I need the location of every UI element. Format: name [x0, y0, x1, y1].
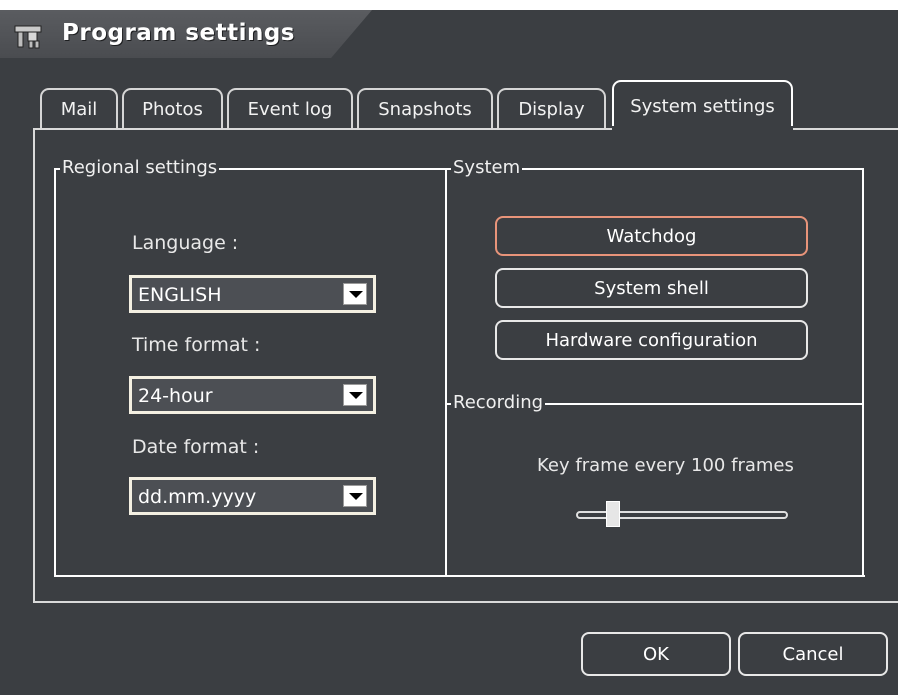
- window-top-edge: [0, 0, 898, 10]
- tab-event-log[interactable]: Event log: [227, 88, 353, 128]
- tab-snapshots[interactable]: Snapshots: [357, 88, 493, 128]
- section-divider: [445, 168, 447, 576]
- hardware-configuration-button[interactable]: Hardware configuration: [495, 320, 808, 360]
- tab-photos[interactable]: Photos: [122, 88, 223, 128]
- active-tab-connector: [612, 126, 793, 131]
- chevron-down-icon[interactable]: [343, 485, 367, 507]
- regional-frame-left: [54, 168, 56, 576]
- keyframe-slider-thumb[interactable]: [606, 501, 620, 527]
- recording-group-label: Recording: [451, 392, 546, 413]
- ok-button[interactable]: OK: [581, 632, 731, 676]
- watchdog-button[interactable]: Watchdog: [495, 216, 808, 256]
- cancel-button[interactable]: Cancel: [738, 632, 888, 676]
- tab-system-settings[interactable]: System settings: [612, 80, 793, 130]
- language-dropdown[interactable]: ENGLISH: [129, 275, 376, 313]
- keyframe-label: Key frame every 100 frames: [537, 455, 794, 476]
- language-label: Language :: [132, 232, 239, 254]
- tab-display[interactable]: Display: [497, 88, 606, 128]
- tab-mail[interactable]: Mail: [40, 88, 118, 128]
- settings-frame-bottom: [54, 575, 865, 577]
- date-format-value: dd.mm.yyyy: [138, 486, 257, 508]
- chevron-down-icon[interactable]: [343, 384, 367, 406]
- system-group-label: System: [451, 157, 523, 178]
- system-shell-button[interactable]: System shell: [495, 268, 808, 308]
- time-format-label: Time format :: [132, 334, 261, 356]
- date-format-dropdown[interactable]: dd.mm.yyyy: [129, 477, 376, 515]
- language-value: ENGLISH: [138, 284, 222, 306]
- chevron-down-icon[interactable]: [343, 283, 367, 305]
- tab-content-panel: [33, 128, 898, 603]
- regional-settings-label: Regional settings: [60, 157, 220, 178]
- program-settings-icon: [14, 25, 42, 49]
- time-format-value: 24-hour: [138, 385, 213, 407]
- window-title: Program settings: [62, 20, 295, 46]
- system-frame-right: [862, 168, 864, 577]
- time-format-dropdown[interactable]: 24-hour: [129, 376, 376, 414]
- date-format-label: Date format :: [132, 436, 260, 458]
